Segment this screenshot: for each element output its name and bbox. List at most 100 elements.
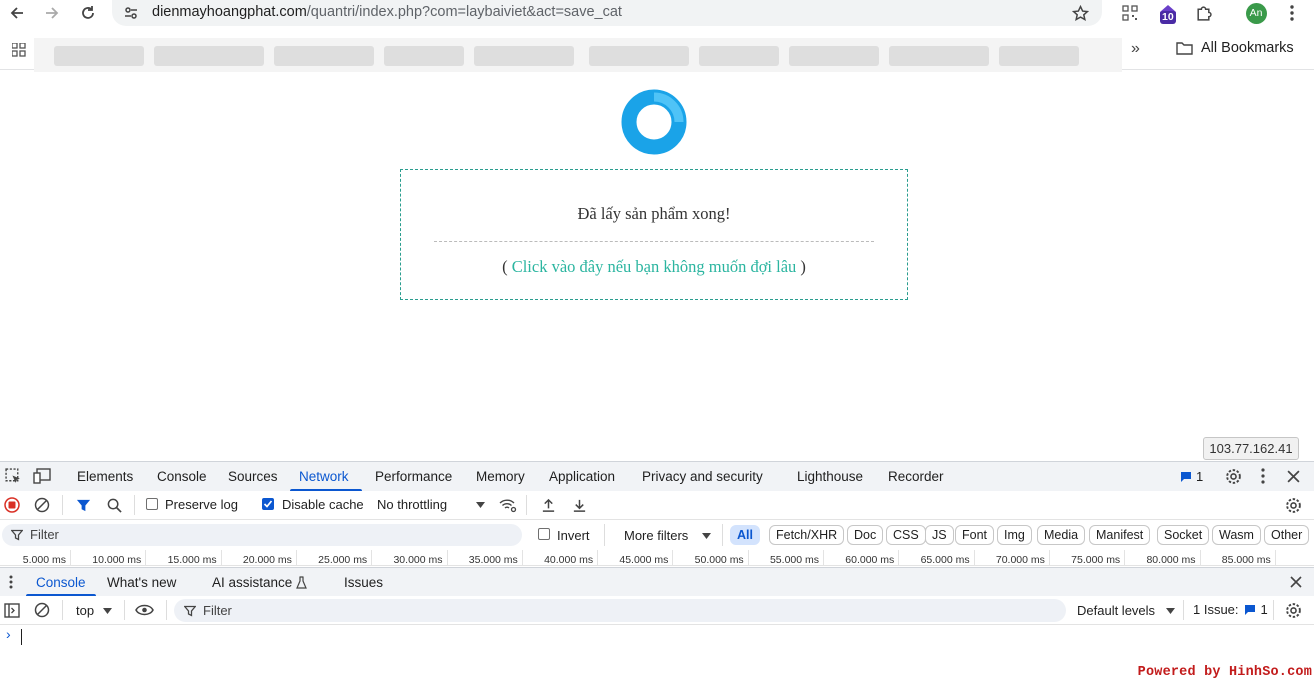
- filter-chip-fetch-xhr[interactable]: Fetch/XHR: [769, 525, 845, 545]
- drawer-tab-issues[interactable]: Issues: [344, 575, 383, 590]
- bookmark-star-button[interactable]: [1069, 2, 1091, 24]
- filter-chip-css[interactable]: CSS: [886, 525, 926, 545]
- issues-count: 1: [1196, 469, 1204, 484]
- apps-button[interactable]: [8, 39, 30, 61]
- drawer-tab-whats-new[interactable]: What's new: [107, 575, 176, 590]
- network-filter-input[interactable]: Filter: [2, 524, 522, 546]
- disable-cache-checkbox[interactable]: [262, 498, 274, 510]
- bookmark-item[interactable]: [474, 46, 574, 66]
- tab-lighthouse[interactable]: Lighthouse: [797, 469, 863, 484]
- filter-chip-manifest[interactable]: Manifest: [1089, 525, 1151, 545]
- tab-performance[interactable]: Performance: [375, 469, 452, 484]
- tab-recorder[interactable]: Recorder: [888, 469, 944, 484]
- bookmark-item[interactable]: [589, 46, 689, 66]
- forward-button[interactable]: [41, 2, 63, 24]
- filter-chip-other[interactable]: Other: [1264, 525, 1310, 545]
- import-har-button[interactable]: [537, 494, 559, 516]
- clear-console-button[interactable]: [31, 599, 53, 621]
- all-bookmarks-button[interactable]: All Bookmarks: [1176, 40, 1294, 56]
- bookmarks-bar: » All Bookmarks: [0, 34, 1314, 72]
- back-button[interactable]: [6, 2, 28, 24]
- log-levels-select[interactable]: Default levels: [1077, 602, 1181, 620]
- filter-chip-wasm[interactable]: Wasm: [1212, 525, 1261, 545]
- more-filters-label: More filters: [624, 528, 689, 543]
- qr-code-button[interactable]: [1119, 2, 1141, 24]
- filter-chip-all[interactable]: All: [730, 525, 760, 545]
- tab-privacy-security[interactable]: Privacy and security: [642, 469, 763, 484]
- bookmark-item[interactable]: [384, 46, 464, 66]
- filter-chip-media[interactable]: Media: [1037, 525, 1086, 545]
- drawer-tab-ai-assistance[interactable]: AI assistance: [212, 575, 292, 590]
- drawer-menu-button[interactable]: [2, 571, 20, 593]
- tab-sources[interactable]: Sources: [228, 469, 278, 484]
- extension-button[interactable]: 10: [1156, 2, 1182, 24]
- url-text: dienmayhoangphat.com/quantri/index.php?c…: [152, 4, 622, 20]
- close-icon: [1290, 576, 1302, 588]
- bookmark-item[interactable]: [889, 46, 989, 66]
- bookmark-item[interactable]: [274, 46, 374, 66]
- device-toolbar-button[interactable]: [31, 465, 53, 487]
- inspect-element-button[interactable]: [2, 465, 24, 487]
- tab-network[interactable]: Network: [299, 469, 349, 484]
- skip-wait-link[interactable]: Click vào đây nếu bạn không muốn đợi lâu: [512, 257, 797, 276]
- network-settings-button[interactable]: [1282, 494, 1304, 516]
- drawer-tab-console[interactable]: Console: [36, 575, 86, 590]
- console-settings-button[interactable]: [1282, 599, 1304, 621]
- filter-chip-font[interactable]: Font: [955, 525, 995, 545]
- timeline-grid-line: [898, 550, 900, 565]
- console-filter-input[interactable]: Filter: [174, 599, 1066, 622]
- throttling-select[interactable]: No throttling: [377, 496, 489, 516]
- devtools-settings-button[interactable]: [1222, 465, 1244, 487]
- timeline-tick-label: 40.000 ms: [544, 554, 594, 566]
- notice-message: Đã lấy sản phẩm xong!: [577, 204, 731, 223]
- console-output[interactable]: ›: [0, 625, 1314, 680]
- search-button[interactable]: [103, 494, 125, 516]
- profile-avatar[interactable]: An: [1245, 2, 1267, 24]
- bookmark-item[interactable]: [999, 46, 1079, 66]
- bookmark-item[interactable]: [789, 46, 879, 66]
- caret-down-icon: [1166, 608, 1175, 614]
- filter-chip-doc[interactable]: Doc: [847, 525, 884, 545]
- invert-checkbox[interactable]: [538, 528, 550, 540]
- record-button[interactable]: [1, 494, 23, 516]
- network-timeline-overview[interactable]: 5.000 ms 10.000 ms 15.000 ms 20.000 ms 25.00…: [0, 550, 1314, 566]
- clear-log-button[interactable]: [31, 494, 53, 516]
- toolbar-divider: [166, 600, 167, 620]
- bookmark-item[interactable]: [54, 46, 144, 66]
- devtools-close-button[interactable]: [1282, 465, 1304, 487]
- timeline-grid-line: [973, 550, 975, 565]
- notice-link-line: ( Click vào đây nếu bạn không muốn đợi l…: [401, 257, 907, 277]
- extensions-menu-button[interactable]: [1192, 2, 1214, 24]
- tab-memory[interactable]: Memory: [476, 469, 525, 484]
- network-conditions-button[interactable]: [497, 494, 519, 516]
- address-bar[interactable]: dienmayhoangphat.com/quantri/index.php?c…: [112, 0, 1102, 26]
- export-har-button[interactable]: [568, 494, 590, 516]
- context-select[interactable]: top: [76, 602, 116, 620]
- console-input-caret[interactable]: [21, 629, 22, 645]
- tab-application[interactable]: Application: [549, 469, 615, 484]
- issues-counter[interactable]: 1: [1180, 469, 1203, 484]
- qr-code-icon: [1122, 5, 1138, 21]
- console-toolbar: top Filter Default levels 1 Issue: 1: [0, 596, 1314, 625]
- filter-chip-js[interactable]: JS: [925, 525, 954, 545]
- devtools-more-button[interactable]: [1252, 465, 1274, 487]
- tab-elements[interactable]: Elements: [77, 469, 133, 484]
- bookmark-item[interactable]: [699, 46, 779, 66]
- console-sidebar-button[interactable]: [1, 599, 23, 621]
- filter-chip-socket[interactable]: Socket: [1157, 525, 1210, 545]
- site-info-button[interactable]: [120, 2, 142, 24]
- drawer-close-button[interactable]: [1285, 571, 1307, 593]
- preserve-log-checkbox[interactable]: [146, 498, 158, 510]
- console-issues-button[interactable]: 1 Issue: 1: [1193, 602, 1268, 617]
- reload-button[interactable]: [77, 2, 99, 24]
- reload-icon: [82, 6, 94, 19]
- tab-console[interactable]: Console: [157, 469, 207, 484]
- bookmark-item[interactable]: [154, 46, 264, 66]
- browser-menu-button[interactable]: [1281, 2, 1303, 24]
- record-stop-icon: [4, 497, 20, 513]
- more-filters-dropdown[interactable]: More filters: [624, 527, 716, 545]
- filter-chip-img[interactable]: Img: [997, 525, 1032, 545]
- live-expression-button[interactable]: [133, 599, 155, 621]
- bookmarks-overflow-button[interactable]: »: [1131, 40, 1140, 58]
- filter-toggle-button[interactable]: [72, 494, 94, 516]
